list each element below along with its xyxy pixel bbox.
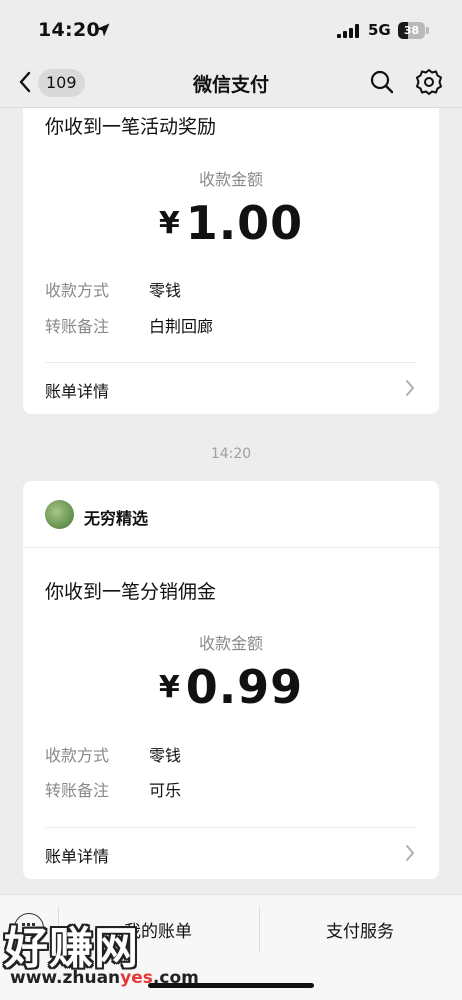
search-icon[interactable] — [368, 68, 396, 96]
nav-bar: 109 微信支付 — [0, 58, 462, 108]
bill-detail-link[interactable]: 账单详情 — [23, 828, 439, 878]
status-bar: 14:20 5G 38 — [0, 0, 462, 58]
battery-icon: 38 — [398, 22, 429, 39]
currency-symbol: ¥ — [158, 670, 180, 705]
info-row-payment-method: 收款方式 零钱 — [45, 277, 415, 301]
avatar — [45, 500, 74, 529]
info-value: 零钱 — [149, 281, 182, 300]
message-title: 你收到一笔活动奖励 — [45, 116, 217, 138]
amount-label: 收款金额 — [198, 634, 263, 653]
message-title: 你收到一笔分销佣金 — [45, 581, 217, 603]
amount-value: 0.99 — [185, 660, 304, 714]
info-key: 收款方式 — [45, 281, 110, 300]
amount-value: 1.00 — [185, 196, 304, 250]
watermark-url: www.zhuanyes.com — [10, 968, 199, 988]
sender-name: 无穷精选 — [84, 509, 149, 528]
amount-label: 收款金额 — [198, 170, 263, 189]
watermark-logo: 好赚网 www.zhuanyes.com — [0, 912, 200, 1000]
currency-symbol: ¥ — [158, 206, 180, 241]
info-key: 收款方式 — [45, 746, 110, 765]
info-row-transfer-note: 转账备注 可乐 — [45, 777, 415, 801]
location-arrow-icon — [96, 23, 110, 37]
watermark-text: 好赚网 — [4, 923, 139, 974]
info-row-transfer-note: 转账备注 白荆回廊 — [45, 313, 415, 337]
chevron-right-icon — [406, 845, 414, 861]
gear-icon[interactable] — [414, 67, 444, 97]
payment-message-card[interactable]: 无穷精选 你收到一笔分销佣金 收款金额 ¥0.99 收款方式 零钱 转账备注 可… — [23, 481, 439, 879]
payment-message-card[interactable]: 你收到一笔活动奖励 收款金额 ¥1.00 收款方式 零钱 转账备注 白荆回廊 账… — [23, 90, 439, 414]
sender-row[interactable]: 无穷精选 — [23, 481, 439, 548]
bill-detail-link[interactable]: 账单详情 — [23, 363, 439, 413]
cellular-signal-icon — [337, 24, 359, 38]
info-value: 白荆回廊 — [149, 317, 214, 336]
network-type: 5G — [368, 21, 391, 39]
menu-item-payment-services[interactable]: 支付服务 — [260, 917, 460, 942]
info-key: 转账备注 — [45, 317, 110, 336]
chevron-right-icon — [406, 380, 414, 396]
bill-detail-label: 账单详情 — [45, 847, 110, 866]
amount-display: ¥0.99 — [23, 660, 439, 714]
amount-display: ¥1.00 — [23, 196, 439, 250]
info-value: 零钱 — [149, 746, 182, 765]
info-key: 转账备注 — [45, 781, 110, 800]
info-value: 可乐 — [149, 781, 182, 800]
status-time: 14:20 — [38, 19, 100, 41]
message-timestamp: 14:20 — [210, 446, 252, 462]
bill-detail-label: 账单详情 — [45, 382, 110, 401]
info-row-payment-method: 收款方式 零钱 — [45, 742, 415, 766]
battery-percent: 38 — [403, 24, 420, 37]
